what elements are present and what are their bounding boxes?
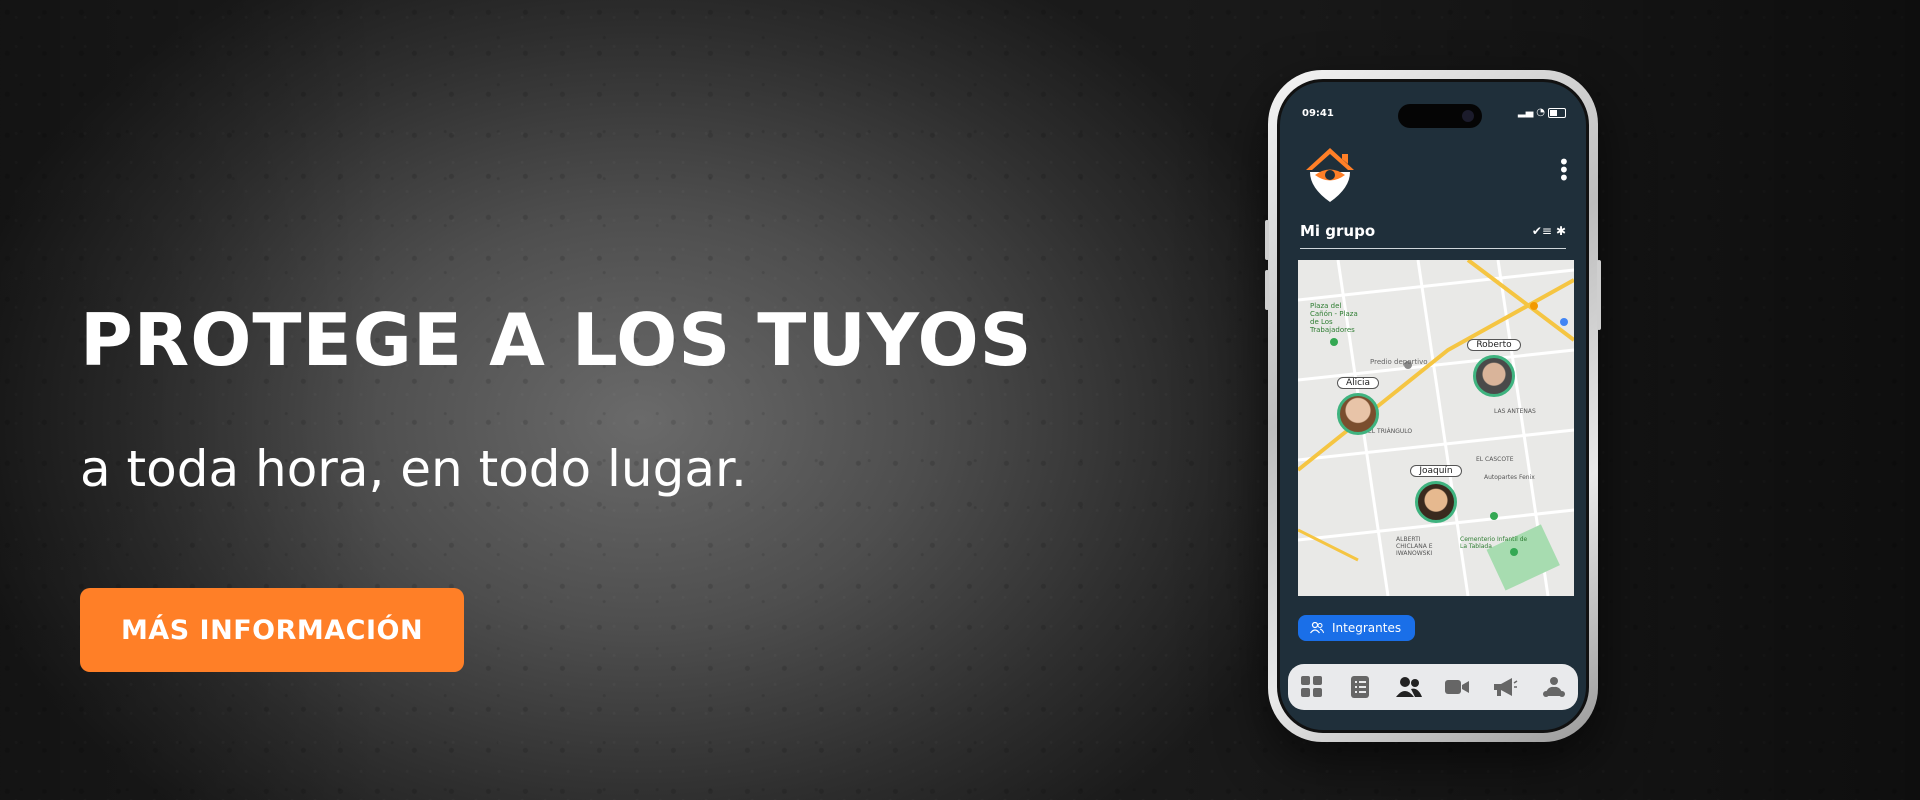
group-icon <box>1395 677 1422 697</box>
map-place-label: Cementerio Infantil de La Tablada <box>1460 536 1528 550</box>
battery-icon <box>1548 107 1566 118</box>
megaphone-icon <box>1494 678 1518 696</box>
background-vignette <box>0 0 1920 800</box>
pet-icon <box>1542 677 1565 697</box>
camera-icon <box>1462 110 1474 122</box>
background-texture <box>0 0 1920 800</box>
more-info-button[interactable]: MÁS INFORMACIÓN <box>80 588 464 672</box>
map-view[interactable]: Plaza del Cañón - Plaza de Los Trabajado… <box>1298 260 1574 596</box>
group-divider <box>1300 248 1566 249</box>
signal-icon: ▂▄ <box>1517 107 1534 118</box>
phone-volume-down <box>1265 270 1269 310</box>
person-marker[interactable]: Joaquín <box>1404 458 1468 523</box>
users-icon <box>1310 622 1324 634</box>
avatar <box>1415 481 1457 523</box>
tab-camera[interactable] <box>1443 673 1471 701</box>
video-camera-icon <box>1445 680 1470 694</box>
map-place-label: EL CASCOTE <box>1476 456 1514 463</box>
phone-power-button <box>1597 260 1601 330</box>
avatar <box>1473 355 1515 397</box>
bluetooth-icon[interactable]: ✱ <box>1556 224 1566 238</box>
map-place-label: Predio deportivo <box>1370 358 1428 366</box>
status-icons: ▂▄ ◔ <box>1518 107 1566 118</box>
status-time: 09:41 <box>1302 108 1334 119</box>
group-title: Mi grupo <box>1300 222 1376 240</box>
grid-icon <box>1301 676 1323 697</box>
person-marker[interactable]: Roberto <box>1462 332 1526 397</box>
tab-dashboard[interactable] <box>1298 673 1326 701</box>
avatar <box>1337 393 1379 435</box>
hero-headline: PROTEGE A LOS TUYOS <box>80 298 1033 382</box>
wifi-icon: ◔ <box>1536 107 1545 118</box>
phone-mockup: 09:41 ▂▄ ◔ • • • Mi grupo ✔≡ ✱ Plaza del… <box>1265 70 1601 742</box>
map-place-label: LAS ANTENAS <box>1494 408 1536 415</box>
dynamic-island <box>1398 104 1482 128</box>
bottom-tab-bar <box>1288 664 1578 710</box>
group-toolbar: ✔≡ ✱ <box>1532 224 1566 238</box>
phone-screen: 09:41 ▂▄ ◔ • • • Mi grupo ✔≡ ✱ Plaza del… <box>1277 79 1589 733</box>
person-name-label: Alicia <box>1336 377 1380 389</box>
more-options-icon[interactable]: • • • <box>1558 152 1570 188</box>
map-place-label: Plaza del Cañón - Plaza de Los Trabajado… <box>1310 302 1358 334</box>
members-button[interactable]: Integrantes <box>1298 615 1416 641</box>
tab-group[interactable] <box>1395 673 1423 701</box>
person-marker[interactable]: Alicia <box>1328 370 1388 435</box>
tab-pets[interactable] <box>1540 673 1568 701</box>
phone-volume-up <box>1265 220 1269 260</box>
person-name-label: Joaquín <box>1410 465 1462 477</box>
list-icon <box>1351 676 1370 698</box>
members-button-label: Integrantes <box>1332 621 1402 635</box>
tab-alerts[interactable] <box>1491 673 1519 701</box>
check-filter-icon[interactable]: ✔≡ <box>1532 224 1552 238</box>
hero-subline: a toda hora, en todo lugar. <box>80 440 747 498</box>
person-name-label: Roberto <box>1467 339 1521 351</box>
map-place-label: ALBERTI CHICLANA E IWANOWSKI <box>1396 536 1433 557</box>
map-place-label: Autopartes Fenix <box>1484 474 1535 481</box>
app-logo-icon <box>1306 148 1354 202</box>
tab-list[interactable] <box>1346 673 1374 701</box>
